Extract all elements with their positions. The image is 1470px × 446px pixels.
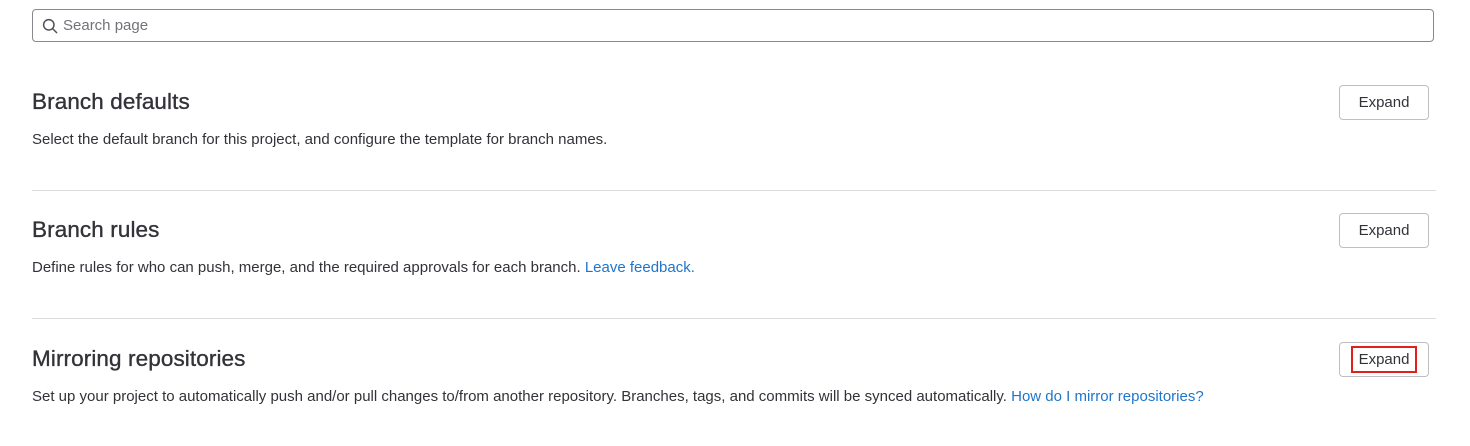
divider xyxy=(32,190,1436,191)
section-title-branch-rules: Branch rules xyxy=(32,217,160,242)
expand-button-branch-defaults[interactable]: Expand xyxy=(1339,85,1429,120)
expand-button-label: Expand xyxy=(1350,346,1418,373)
section-title-branch-defaults: Branch defaults xyxy=(32,89,190,114)
search-input[interactable] xyxy=(63,10,1433,41)
expand-button-mirroring-repositories[interactable]: Expand xyxy=(1339,342,1429,377)
description-text: Define rules for who can push, merge, an… xyxy=(32,259,585,276)
expand-button-label: Expand xyxy=(1358,94,1410,111)
how-do-i-mirror-link[interactable]: How do I mirror repositories? xyxy=(1011,388,1204,405)
section-branch-rules: Branch rules Define rules for who can pu… xyxy=(32,212,1436,292)
section-description-branch-rules: Define rules for who can push, merge, an… xyxy=(32,256,1272,279)
expand-button-branch-rules[interactable]: Expand xyxy=(1339,213,1429,248)
description-text: Set up your project to automatically pus… xyxy=(32,388,1012,405)
section-mirroring-repositories: Mirroring repositories Set up your proje… xyxy=(32,341,1436,446)
leave-feedback-link[interactable]: Leave feedback. xyxy=(585,259,695,276)
section-description-mirroring-repositories: Set up your project to automatically pus… xyxy=(32,385,1267,408)
section-description-branch-defaults: Select the default branch for this proje… xyxy=(32,128,1272,151)
description-text: Select the default branch for this proje… xyxy=(32,131,608,148)
expand-button-label: Expand xyxy=(1358,222,1410,239)
section-title-mirroring-repositories: Mirroring repositories xyxy=(32,346,246,371)
divider xyxy=(32,318,1436,319)
search-box[interactable] xyxy=(32,9,1434,42)
section-branch-defaults: Branch defaults Select the default branc… xyxy=(32,84,1436,164)
search-icon xyxy=(42,18,58,34)
